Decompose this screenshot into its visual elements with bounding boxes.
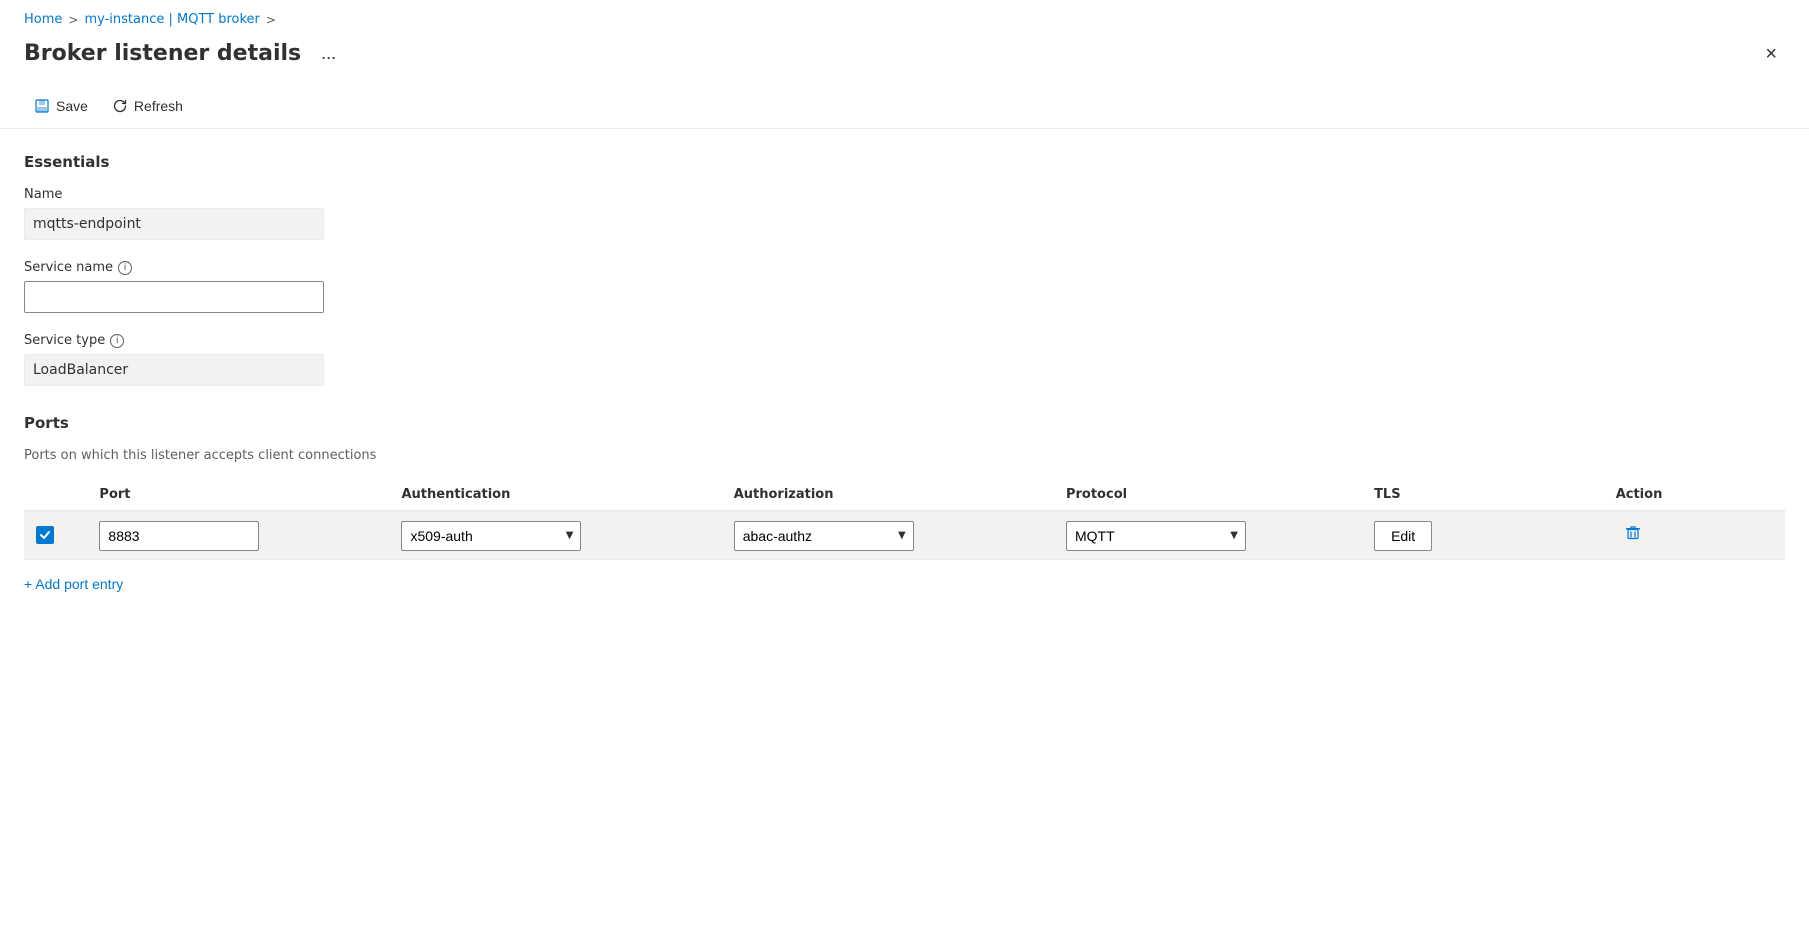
tls-edit-button[interactable]: Edit [1374,521,1432,551]
col-header-checkbox [24,479,87,511]
service-name-field-group: Service name i [24,260,1785,313]
ellipsis-button[interactable]: ... [313,39,344,68]
essentials-section: Essentials Name mqtts-endpoint Service n… [24,153,1785,386]
save-icon [34,98,50,114]
authz-select-wrapper: abac-authz none ▼ [734,521,914,551]
breadcrumb-instance[interactable]: my-instance | MQTT broker [84,12,259,27]
refresh-button[interactable]: Refresh [102,92,193,120]
service-name-input[interactable] [24,281,324,313]
table-row: x509-auth none ▼ abac-authz none [24,511,1785,560]
auth-select-wrapper: x509-auth none ▼ [401,521,581,551]
service-type-label: Service type i [24,333,1785,348]
service-type-info-icon: i [110,334,124,348]
toolbar: Save Refresh [0,84,1809,129]
col-header-port: Port [87,479,389,511]
breadcrumb-home[interactable]: Home [24,12,62,27]
col-header-tls: TLS [1362,479,1604,511]
ports-subtitle: Ports on which this listener accepts cli… [24,448,1785,463]
ports-title: Ports [24,414,1785,432]
port-input[interactable] [99,521,259,551]
row-checkbox[interactable] [36,526,54,544]
name-label: Name [24,187,1785,202]
row-auth-cell: x509-auth none ▼ [389,511,721,560]
page-title: Broker listener details [24,41,301,66]
service-name-label: Service name i [24,260,1785,275]
service-type-value: LoadBalancer [24,354,324,386]
row-tls-cell: Edit [1362,511,1604,560]
protocol-select[interactable]: MQTT MQTT over WebSocket [1066,521,1246,551]
essentials-title: Essentials [24,153,1785,171]
refresh-icon [112,98,128,114]
main-content: Essentials Name mqtts-endpoint Service n… [0,129,1809,624]
authorization-select[interactable]: abac-authz none [734,521,914,551]
ports-section: Ports Ports on which this listener accep… [24,414,1785,600]
breadcrumb-sep1: > [68,13,78,27]
row-authz-cell: abac-authz none ▼ [722,511,1054,560]
row-protocol-cell: MQTT MQTT over WebSocket ▼ [1054,511,1362,560]
col-header-action: Action [1604,479,1785,511]
refresh-label: Refresh [134,98,183,114]
breadcrumb-sep2: > [266,13,276,27]
service-name-info-icon: i [118,261,132,275]
col-header-protocol: Protocol [1054,479,1362,511]
close-button[interactable]: × [1757,40,1785,68]
save-button[interactable]: Save [24,92,98,120]
add-port-button[interactable]: + Add port entry [24,568,123,600]
row-port-cell [87,511,389,560]
row-checkbox-cell [24,511,87,560]
service-type-field-group: Service type i LoadBalancer [24,333,1785,386]
name-value: mqtts-endpoint [24,208,324,240]
ports-table: Port Authentication Authorization Protoc… [24,479,1785,560]
authentication-select[interactable]: x509-auth none [401,521,581,551]
title-bar: Broker listener details ... × [0,35,1809,84]
col-header-authentication: Authentication [389,479,721,511]
save-label: Save [56,98,88,114]
name-field-group: Name mqtts-endpoint [24,187,1785,240]
row-action-cell [1604,511,1785,560]
protocol-select-wrapper: MQTT MQTT over WebSocket ▼ [1066,521,1246,551]
col-header-authorization: Authorization [722,479,1054,511]
delete-row-button[interactable] [1616,520,1650,551]
breadcrumb: Home > my-instance | MQTT broker > [0,0,1809,35]
